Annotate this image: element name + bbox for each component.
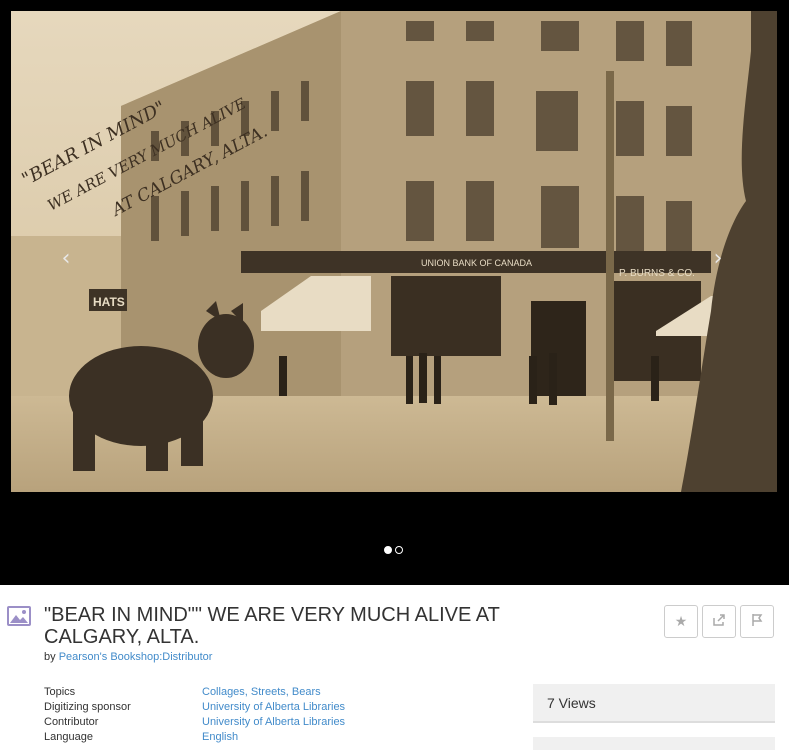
- metadata-row: Language English: [44, 731, 345, 746]
- postcard-photo: UNION BANK OF CANADA P. BURNS & CO. HATS: [11, 11, 777, 492]
- metadata-key: Topics: [44, 686, 76, 698]
- metadata-value-link[interactable]: University of Alberta Libraries: [202, 716, 345, 731]
- metadata-row: Contributor University of Alberta Librar…: [44, 716, 345, 731]
- union-bank-sign: UNION BANK OF CANADA: [421, 258, 532, 268]
- stats-panel: [533, 737, 775, 750]
- metadata-row: Topics Collages, Streets, Bears: [44, 686, 345, 701]
- burns-sign: P. BURNS & CO.: [619, 268, 695, 279]
- metadata-value-link[interactable]: Collages, Streets, Bears: [202, 686, 321, 701]
- carousel-indicators: [384, 546, 403, 554]
- flag-icon: [750, 613, 764, 630]
- metadata-table: Topics Collages, Streets, Bears Digitizi…: [44, 686, 345, 746]
- image-icon: [6, 605, 32, 627]
- item-actions: ★: [664, 605, 774, 638]
- metadata-value-link[interactable]: University of Alberta Libraries: [202, 701, 345, 716]
- share-icon: [712, 613, 726, 630]
- share-button[interactable]: [702, 605, 736, 638]
- metadata-value-link[interactable]: English: [202, 731, 238, 746]
- previous-image-button[interactable]: ‹: [58, 246, 74, 272]
- star-icon: ★: [674, 613, 688, 629]
- hats-sign: HATS: [93, 295, 125, 309]
- metadata-key: Language: [44, 731, 93, 743]
- metadata-key: Digitizing sponsor: [44, 701, 131, 713]
- metadata-row: Digitizing sponsor University of Alberta…: [44, 701, 345, 716]
- by-prefix: by: [44, 651, 56, 663]
- carousel-dot-2[interactable]: [395, 546, 403, 554]
- favorite-button[interactable]: ★: [664, 605, 698, 638]
- views-count: 7 Views: [533, 684, 775, 723]
- next-image-button[interactable]: ›: [710, 246, 726, 272]
- metadata-key: Contributor: [44, 716, 99, 728]
- byline: by Pearson's Bookshop:Distributor: [44, 651, 212, 663]
- item-title: "BEAR IN MIND"" WE ARE VERY MUCH ALIVE A…: [44, 604, 500, 648]
- carousel-dot-1[interactable]: [384, 546, 392, 554]
- creator-link[interactable]: Pearson's Bookshop:Distributor: [59, 651, 213, 663]
- flag-button[interactable]: [740, 605, 774, 638]
- image-viewer: UNION BANK OF CANADA P. BURNS & CO. HATS: [0, 0, 789, 585]
